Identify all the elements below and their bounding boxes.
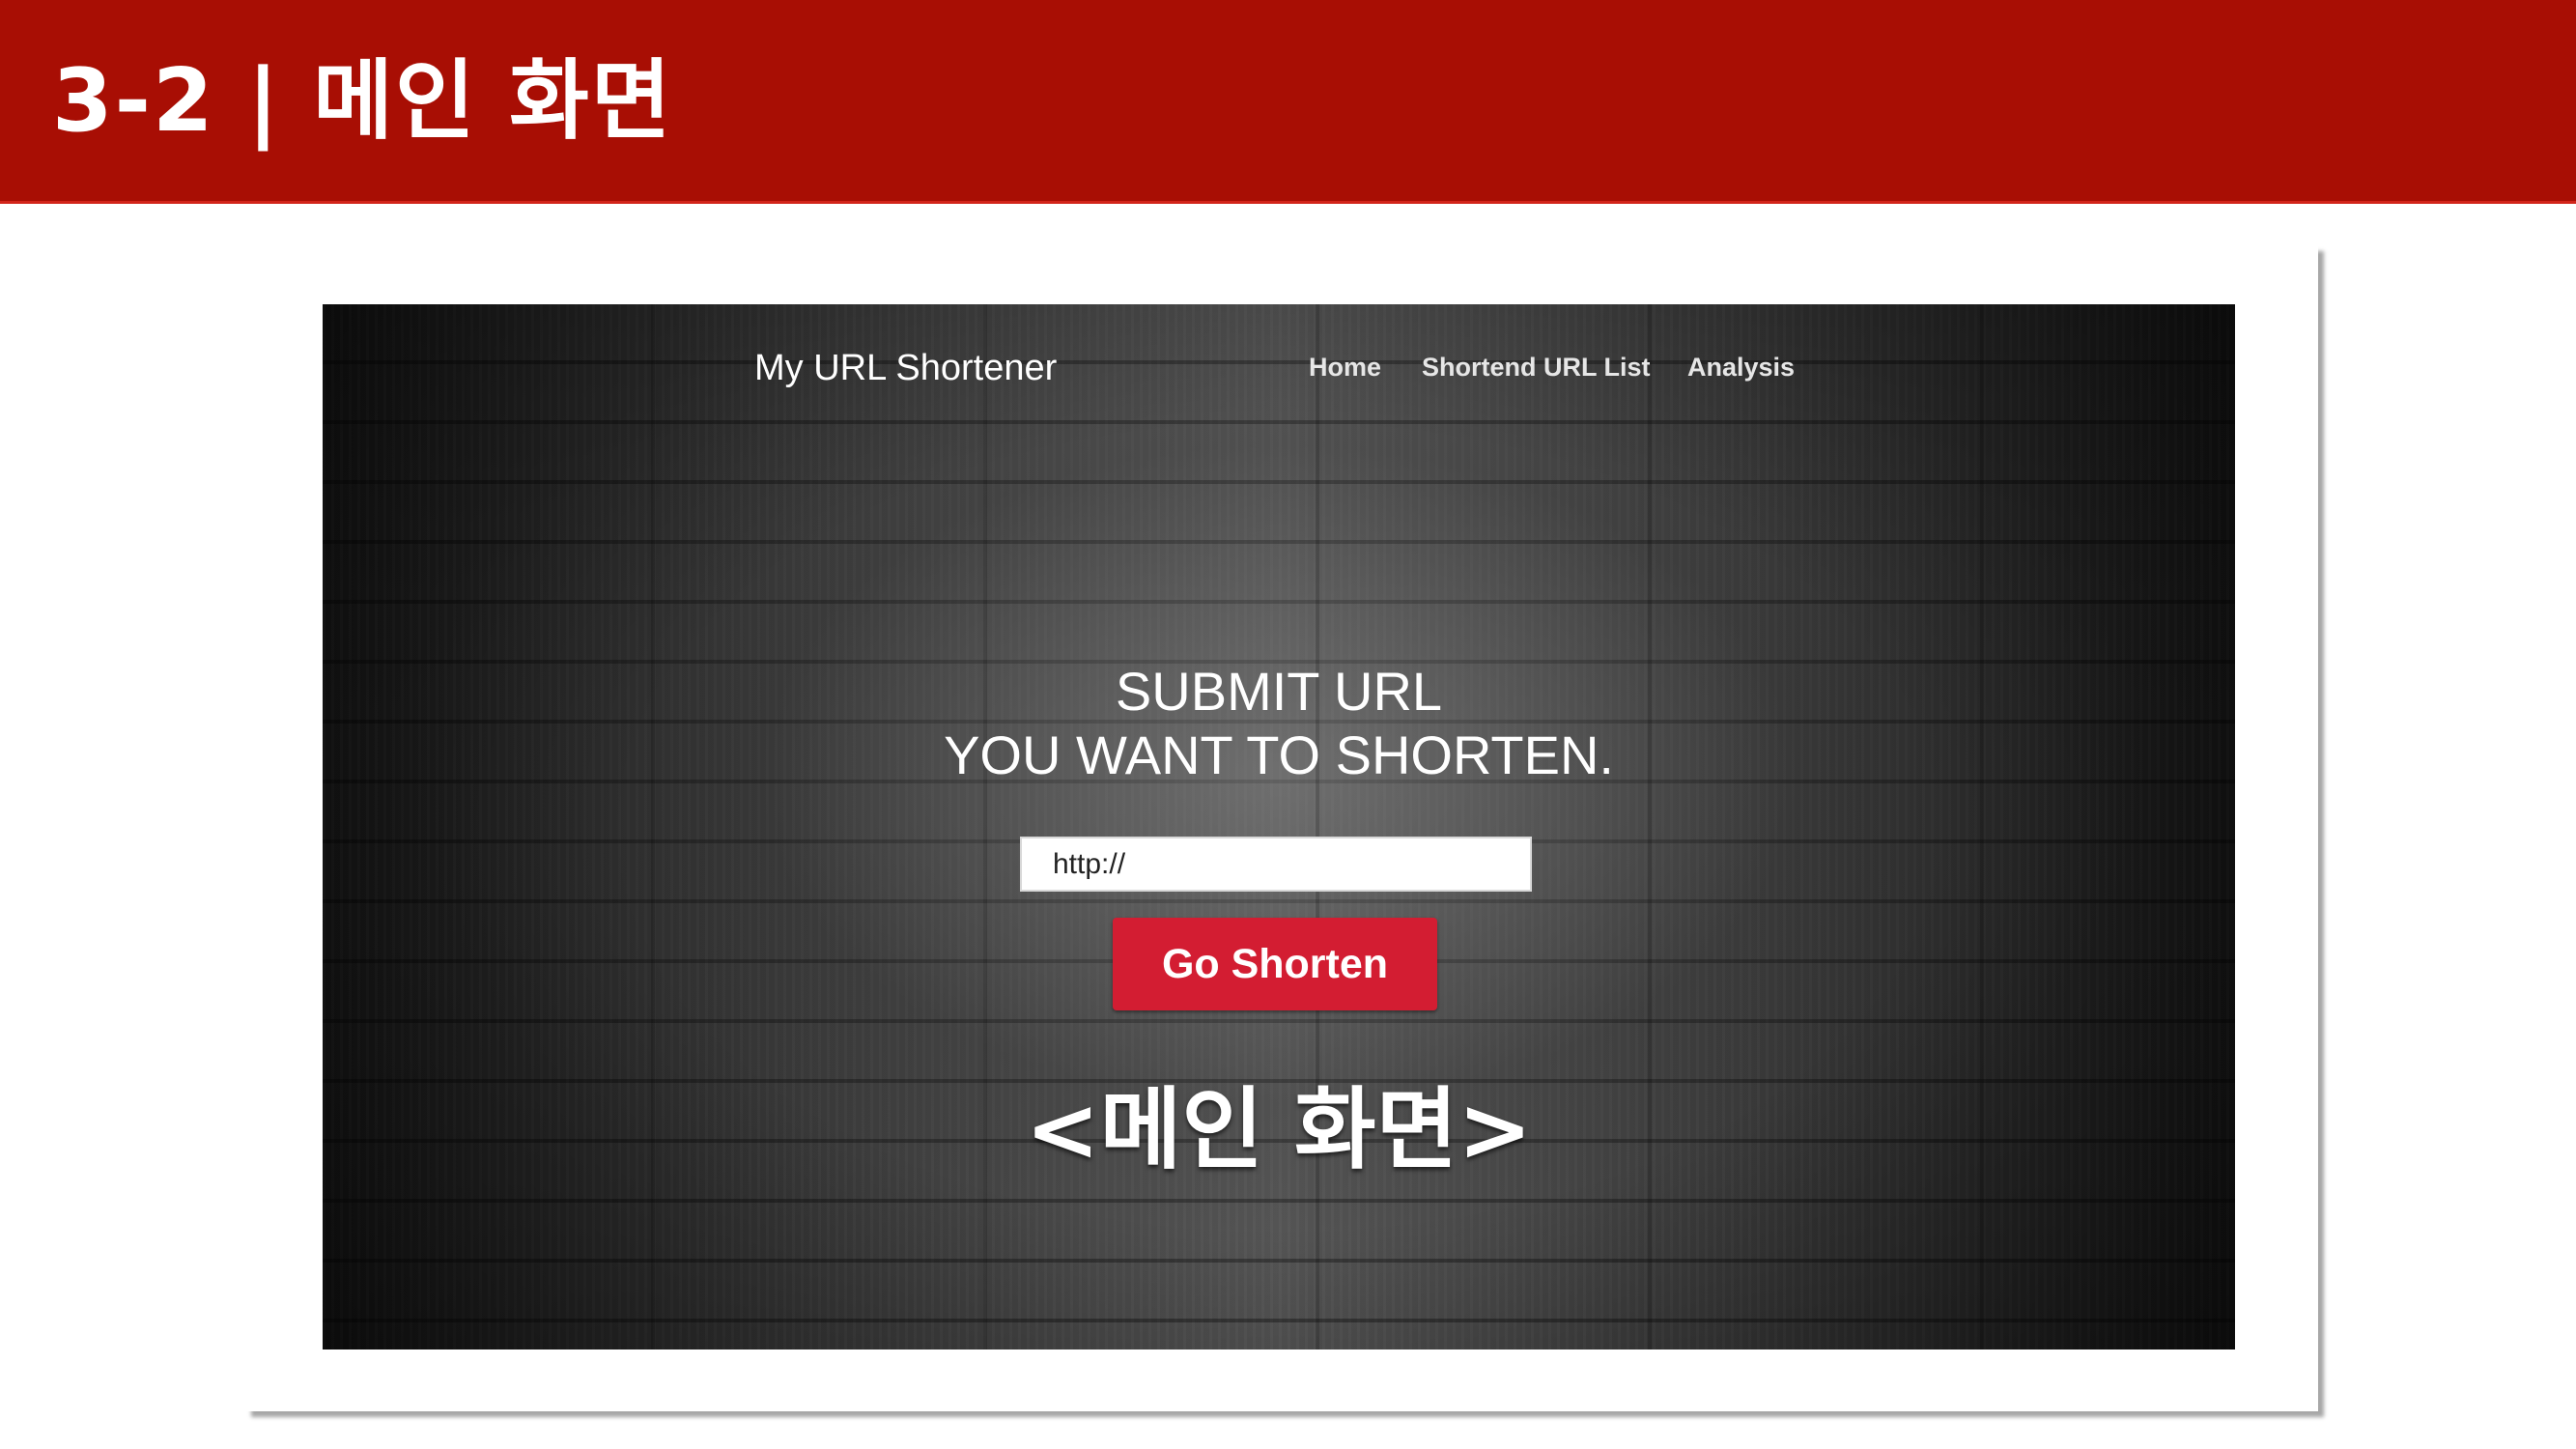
headline-line-1: SUBMIT URL <box>1115 661 1443 722</box>
headline-line-2: YOU WANT TO SHORTEN. <box>944 724 1614 785</box>
slide-header: 3-2 | 메인 화면 <box>0 0 2576 204</box>
nav-analysis-link[interactable]: Analysis <box>1687 351 1795 384</box>
background-vignette <box>323 304 2235 1350</box>
nav-home-link[interactable]: Home <box>1309 351 1381 384</box>
slide-title: 3-2 | 메인 화면 <box>52 50 673 152</box>
go-shorten-button[interactable]: Go Shorten <box>1113 918 1437 1010</box>
url-input[interactable] <box>1020 837 1532 892</box>
brand-logo-link[interactable]: My URL Shortener <box>754 346 1057 390</box>
nav-url-list-link[interactable]: Shortend URL List <box>1422 351 1651 384</box>
website-screenshot: My URL Shortener Home Shortend URL List … <box>323 304 2235 1350</box>
screen-caption: <메인 화면> <box>1025 1078 1533 1181</box>
